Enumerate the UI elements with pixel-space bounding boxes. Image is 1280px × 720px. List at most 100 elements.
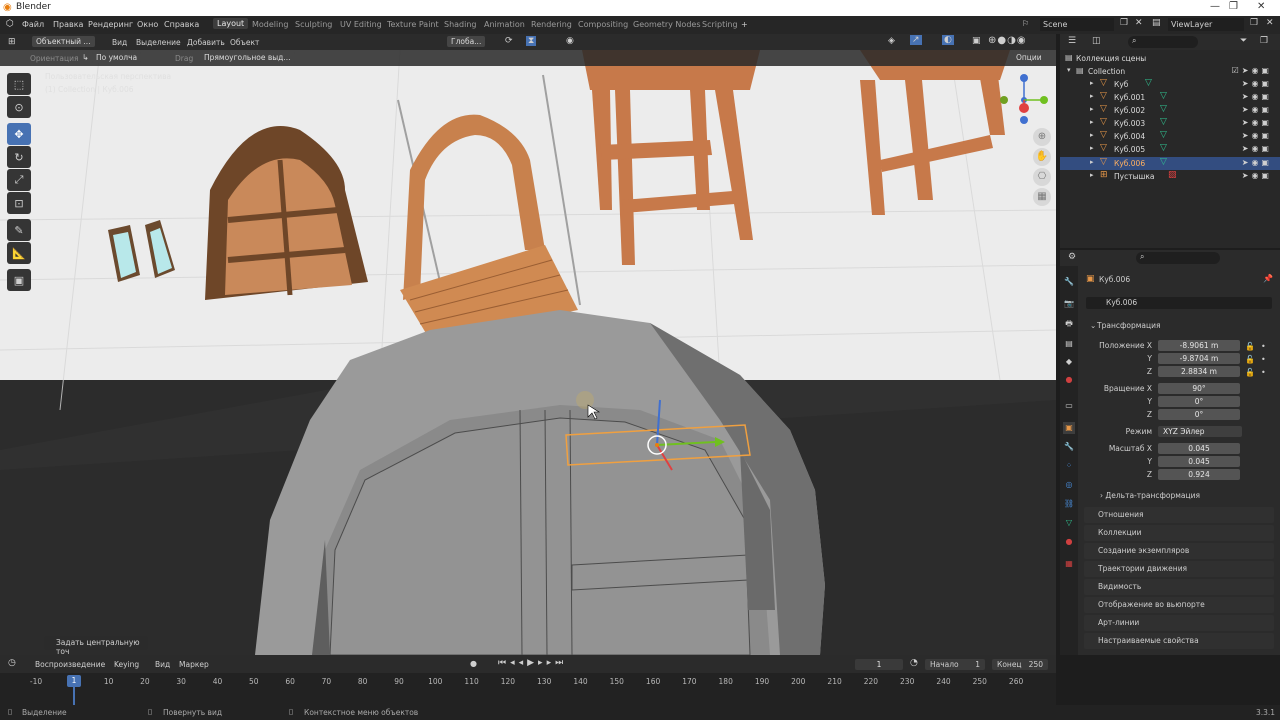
tab-layout[interactable]: Layout: [213, 18, 249, 29]
location-y-field[interactable]: -9.8704 m: [1158, 353, 1240, 364]
collection-row[interactable]: ▾ ▤ Collection ☑➤◉▣: [1060, 65, 1280, 78]
outliner-item-kub005[interactable]: ▸ ▽ Куб.005 ▽ ➤◉▣: [1060, 143, 1280, 156]
snap-icon[interactable]: ⧗: [526, 36, 537, 46]
outliner-search-input[interactable]: ⌕: [1128, 36, 1198, 48]
outliner-item-kub004[interactable]: ▸ ▽ Куб.004 ▽ ➤◉▣: [1060, 130, 1280, 143]
pin-icon[interactable]: 📌: [1263, 274, 1273, 283]
current-frame-field[interactable]: 1: [855, 659, 903, 670]
visibility-section[interactable]: Видимость: [1084, 579, 1274, 595]
tab-geometry-nodes[interactable]: Geometry Nodes: [633, 20, 700, 29]
tab-modeling[interactable]: Modeling: [252, 20, 288, 29]
properties-search-input[interactable]: ⌕: [1136, 252, 1220, 264]
scene-selector[interactable]: Scene: [1040, 18, 1114, 31]
viewport-display-section[interactable]: Отображение во вьюпорте: [1084, 597, 1274, 613]
visibility-toggles[interactable]: ➤◉▣: [1242, 158, 1272, 167]
view-layer-tab-icon[interactable]: ▤: [1063, 338, 1075, 350]
outliner-item-kub003[interactable]: ▸ ▽ Куб.003 ▽ ➤◉▣: [1060, 117, 1280, 130]
expand-chevron-icon[interactable]: ▸: [1090, 118, 1094, 126]
display-mode-icon[interactable]: ◫: [1092, 36, 1101, 46]
last-operator-panel[interactable]: Задать центральную точ: [44, 636, 148, 655]
delta-transform-section[interactable]: › Дельта-трансформация: [1100, 491, 1200, 500]
pan-hand-icon[interactable]: ✋: [1033, 148, 1051, 166]
delete-viewlayer-icon[interactable]: ✕: [1266, 18, 1274, 28]
transform-tool[interactable]: ⊡: [7, 192, 31, 214]
scale-z-field[interactable]: 0.924: [1158, 469, 1240, 480]
menu-view[interactable]: Вид: [112, 38, 127, 47]
scale-tool[interactable]: ⤢: [7, 169, 31, 191]
properties-editor-icon[interactable]: ⚙: [1068, 252, 1076, 262]
gizmo-icon[interactable]: ↗: [910, 35, 922, 45]
rotation-x-field[interactable]: 90°: [1158, 383, 1240, 394]
3d-viewport[interactable]: Ориентация ↳ По умолча Drag Прямоугольно…: [0, 50, 1056, 655]
options-button[interactable]: Опции: [1012, 52, 1046, 63]
menu-keying[interactable]: Keying: [114, 660, 139, 669]
expand-chevron-icon[interactable]: ▸: [1090, 144, 1094, 152]
motion-paths-section[interactable]: Траектории движения: [1084, 561, 1274, 577]
rotation-y-field[interactable]: 0°: [1158, 396, 1240, 407]
overlay-icon[interactable]: ◐: [942, 35, 954, 45]
new-collection-icon[interactable]: ❐: [1260, 36, 1268, 46]
expand-chevron-icon[interactable]: ▸: [1090, 92, 1094, 100]
filter-icon[interactable]: ⏷: [1240, 36, 1247, 46]
scale-x-field[interactable]: 0.045: [1158, 443, 1240, 454]
constraints-tab-icon[interactable]: ⛓: [1063, 498, 1075, 510]
output-tab-icon[interactable]: 🖶: [1063, 318, 1075, 330]
rotation-mode-select[interactable]: XYZ Эйлер: [1158, 426, 1242, 437]
menu-help[interactable]: Справка: [164, 20, 199, 29]
modifier-tab-icon[interactable]: 🔧: [1063, 441, 1075, 453]
visibility-toggles[interactable]: ➤◉▣: [1242, 171, 1272, 180]
annotate-tool[interactable]: ✎: [7, 219, 31, 241]
rotate-tool[interactable]: ↻: [7, 146, 31, 168]
material-tab-icon[interactable]: ●: [1063, 536, 1075, 548]
xray-icon[interactable]: ▣: [972, 36, 981, 46]
outliner-editor-icon[interactable]: ☰: [1068, 36, 1076, 46]
pivot-icon[interactable]: ⟳: [505, 36, 513, 46]
expand-chevron-icon[interactable]: ▸: [1090, 79, 1094, 87]
particles-tab-icon[interactable]: ⁘: [1063, 460, 1075, 472]
outliner-item-kub[interactable]: ▸ ▽ Куб ▽ ➤◉▣: [1060, 78, 1280, 91]
menu-edit[interactable]: Правка: [53, 20, 83, 29]
line-art-section[interactable]: Арт-линии: [1084, 615, 1274, 631]
outliner-item-kub002[interactable]: ▸ ▽ Куб.002 ▽ ➤◉▣: [1060, 104, 1280, 117]
outliner-item-kub006[interactable]: ▸ ▽ Куб.006 ▽ ➤◉▣: [1060, 157, 1280, 170]
expand-chevron-icon[interactable]: ▾: [1067, 66, 1071, 74]
camera-view-icon[interactable]: ⎔: [1033, 168, 1051, 186]
menu-playback[interactable]: Воспроизведение: [35, 660, 105, 669]
object-name-field[interactable]: Куб.006: [1086, 297, 1272, 309]
minimize-button[interactable]: —: [1210, 1, 1220, 12]
start-frame-field[interactable]: Начало 1: [925, 659, 985, 670]
transform-orientation-selector[interactable]: Глоба...: [447, 36, 486, 47]
tab-rendering[interactable]: Rendering: [531, 20, 572, 29]
visibility-toggles[interactable]: ➤◉▣: [1242, 144, 1272, 153]
texture-tab-icon[interactable]: ▦: [1063, 558, 1075, 570]
menu-render[interactable]: Рендеринг: [88, 20, 133, 29]
expand-chevron-icon[interactable]: ▸: [1090, 158, 1094, 166]
end-frame-field[interactable]: Конец 250: [992, 659, 1048, 670]
shading-mode-icons[interactable]: ⊕●◑◉: [988, 35, 1027, 46]
tab-scripting[interactable]: Scripting: [702, 20, 738, 29]
add-cube-tool[interactable]: ▣: [7, 269, 31, 291]
keyframe-dots-icon[interactable]: • • •: [1261, 340, 1266, 379]
perspective-grid-icon[interactable]: ▦: [1033, 188, 1051, 206]
menu-timeline-view[interactable]: Вид: [155, 660, 170, 669]
instancing-section[interactable]: Создание экземпляров: [1084, 543, 1274, 559]
world-tab-icon[interactable]: ●: [1063, 374, 1075, 386]
timeline-editor-icon[interactable]: ◷: [8, 658, 16, 668]
new-viewlayer-icon[interactable]: ❐: [1250, 18, 1258, 28]
physics-tab-icon[interactable]: ◎: [1063, 479, 1075, 491]
cursor-tool[interactable]: ⊙: [7, 96, 31, 118]
playhead[interactable]: 1: [67, 675, 81, 687]
outliner-item-kub001[interactable]: ▸ ▽ Куб.001 ▽ ➤◉▣: [1060, 91, 1280, 104]
scale-y-field[interactable]: 0.045: [1158, 456, 1240, 467]
outliner-item-empty[interactable]: ▸ ⊞ Пустышка ▨ ➤◉▣: [1060, 170, 1280, 183]
maximize-button[interactable]: ❐: [1229, 1, 1238, 12]
tab-animation[interactable]: Animation: [484, 20, 525, 29]
tab-sculpting[interactable]: Sculpting: [295, 20, 332, 29]
transform-section-title[interactable]: Трансформация: [1097, 321, 1160, 330]
tab-uv-editing[interactable]: UV Editing: [340, 20, 382, 29]
delete-scene-icon[interactable]: ✕: [1135, 18, 1143, 28]
playback-controls-icon[interactable]: ⏮◂◂▶▸▸⏭: [498, 658, 567, 668]
visibility-toggles[interactable]: ➤◉▣: [1242, 105, 1272, 114]
proportional-edit-icon[interactable]: ◉: [566, 36, 574, 46]
record-icon[interactable]: ●: [470, 659, 477, 668]
